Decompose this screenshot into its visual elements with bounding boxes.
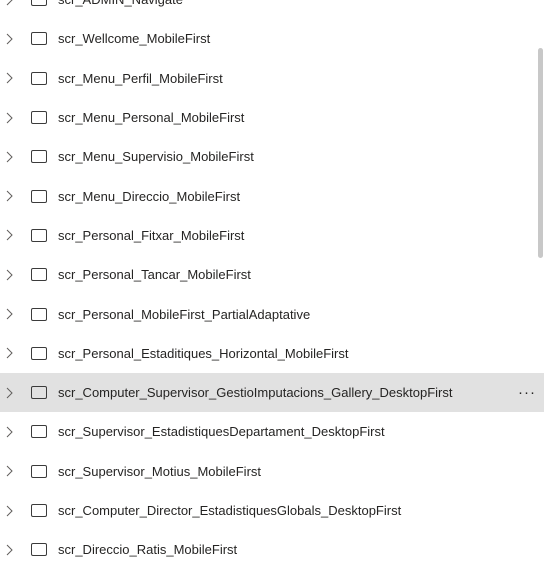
chevron-right-icon[interactable]	[4, 386, 14, 400]
screen-name-label: scr_Supervisor_Motius_MobileFirst	[58, 463, 262, 479]
screen-row[interactable]: scr_Supervisor_Motius_MobileFirst	[0, 452, 544, 491]
screen-name-label: scr_Personal_Estaditiques_Horizontal_Mob…	[58, 345, 349, 361]
chevron-right-icon[interactable]	[4, 504, 14, 518]
row-checkbox[interactable]	[31, 543, 47, 557]
screen-row[interactable]: scr_Personal_Tancar_MobileFirst	[0, 255, 544, 294]
row-checkbox[interactable]	[31, 268, 47, 282]
screen-row[interactable]: scr_Wellcome_MobileFirst	[0, 19, 544, 58]
chevron-right-icon[interactable]	[4, 189, 14, 203]
row-checkbox[interactable]	[31, 307, 47, 321]
screen-row[interactable]: scr_Personal_Estaditiques_Horizontal_Mob…	[0, 334, 544, 373]
screen-row[interactable]: scr_Personal_Fitxar_MobileFirst	[0, 216, 544, 255]
screen-name-label: scr_Supervisor_EstadistiquesDepartament_…	[58, 424, 385, 440]
chevron-right-icon[interactable]	[4, 268, 14, 282]
screen-name-label: scr_Wellcome_MobileFirst	[58, 31, 211, 47]
chevron-right-icon[interactable]	[4, 346, 14, 360]
row-checkbox[interactable]	[31, 504, 47, 517]
screen-row[interactable]: scr_Menu_Supervisio_MobileFirst	[0, 137, 544, 176]
screen-name-label: scr_Computer_Supervisor_GestioImputacion…	[58, 385, 453, 401]
chevron-right-icon[interactable]	[4, 71, 14, 85]
row-checkbox[interactable]	[31, 32, 47, 46]
more-options-button[interactable]: ···	[518, 384, 536, 401]
chevron-right-icon[interactable]	[4, 464, 14, 478]
screen-row[interactable]: scr_Computer_Supervisor_GestioImputacion…	[0, 372, 544, 413]
vertical-scrollbar[interactable]	[538, 48, 543, 258]
screen-row[interactable]: scr_Direccio_Ratis_MobileFirst	[0, 530, 544, 565]
chevron-right-icon[interactable]	[4, 425, 14, 439]
row-checkbox[interactable]	[31, 150, 47, 164]
screen-row[interactable]: scr_Computer_Director_EstadistiquesGloba…	[0, 491, 544, 530]
row-checkbox[interactable]	[31, 386, 47, 400]
row-checkbox[interactable]	[31, 346, 47, 360]
screen-row[interactable]: scr_Personal_MobileFirst_PartialAdaptati…	[0, 294, 544, 333]
chevron-right-icon[interactable]	[4, 150, 14, 164]
row-checkbox[interactable]	[31, 228, 47, 242]
row-checkbox[interactable]	[31, 0, 47, 7]
row-checkbox[interactable]	[31, 71, 47, 85]
screen-name-label: scr_Menu_Supervisio_MobileFirst	[58, 149, 254, 165]
screen-name-label: scr_Menu_Perfil_MobileFirst	[58, 70, 223, 86]
screen-row[interactable]: scr_Menu_Direccio_MobileFirst	[0, 176, 544, 215]
row-checkbox[interactable]	[31, 189, 47, 203]
row-checkbox[interactable]	[31, 425, 47, 439]
screen-name-label: scr_Direccio_Ratis_MobileFirst	[58, 542, 238, 558]
screen-row[interactable]: scr_Menu_Personal_MobileFirst	[0, 98, 544, 137]
chevron-right-icon[interactable]	[4, 111, 14, 125]
row-checkbox[interactable]	[31, 464, 47, 478]
chevron-right-icon[interactable]	[4, 543, 14, 557]
screen-name-label: scr_Personal_MobileFirst_PartialAdaptati…	[58, 306, 311, 322]
screens-tree-view: scr_ADMIN_Navigate scr_Wellcome_MobileFir…	[0, 0, 544, 565]
screen-name-label: scr_ADMIN_Navigate	[58, 0, 183, 7]
screen-row[interactable]: scr_ADMIN_Navigate	[0, 0, 544, 19]
screen-name-label: scr_Personal_Fitxar_MobileFirst	[58, 227, 245, 243]
row-checkbox[interactable]	[31, 111, 47, 125]
screen-row[interactable]: scr_Menu_Perfil_MobileFirst	[0, 59, 544, 98]
chevron-right-icon[interactable]	[4, 0, 14, 7]
chevron-right-icon[interactable]	[4, 228, 14, 242]
chevron-right-icon[interactable]	[4, 307, 14, 321]
screen-name-label: scr_Computer_Director_EstadistiquesGloba…	[58, 503, 402, 518]
screens-list: scr_ADMIN_Navigate scr_Wellcome_MobileFir…	[0, 0, 544, 565]
chevron-right-icon[interactable]	[4, 32, 14, 46]
screen-name-label: scr_Personal_Tancar_MobileFirst	[58, 267, 251, 283]
screen-row[interactable]: scr_Supervisor_EstadistiquesDepartament_…	[0, 412, 544, 451]
screen-name-label: scr_Menu_Direccio_MobileFirst	[58, 188, 241, 204]
screen-name-label: scr_Menu_Personal_MobileFirst	[58, 110, 245, 126]
